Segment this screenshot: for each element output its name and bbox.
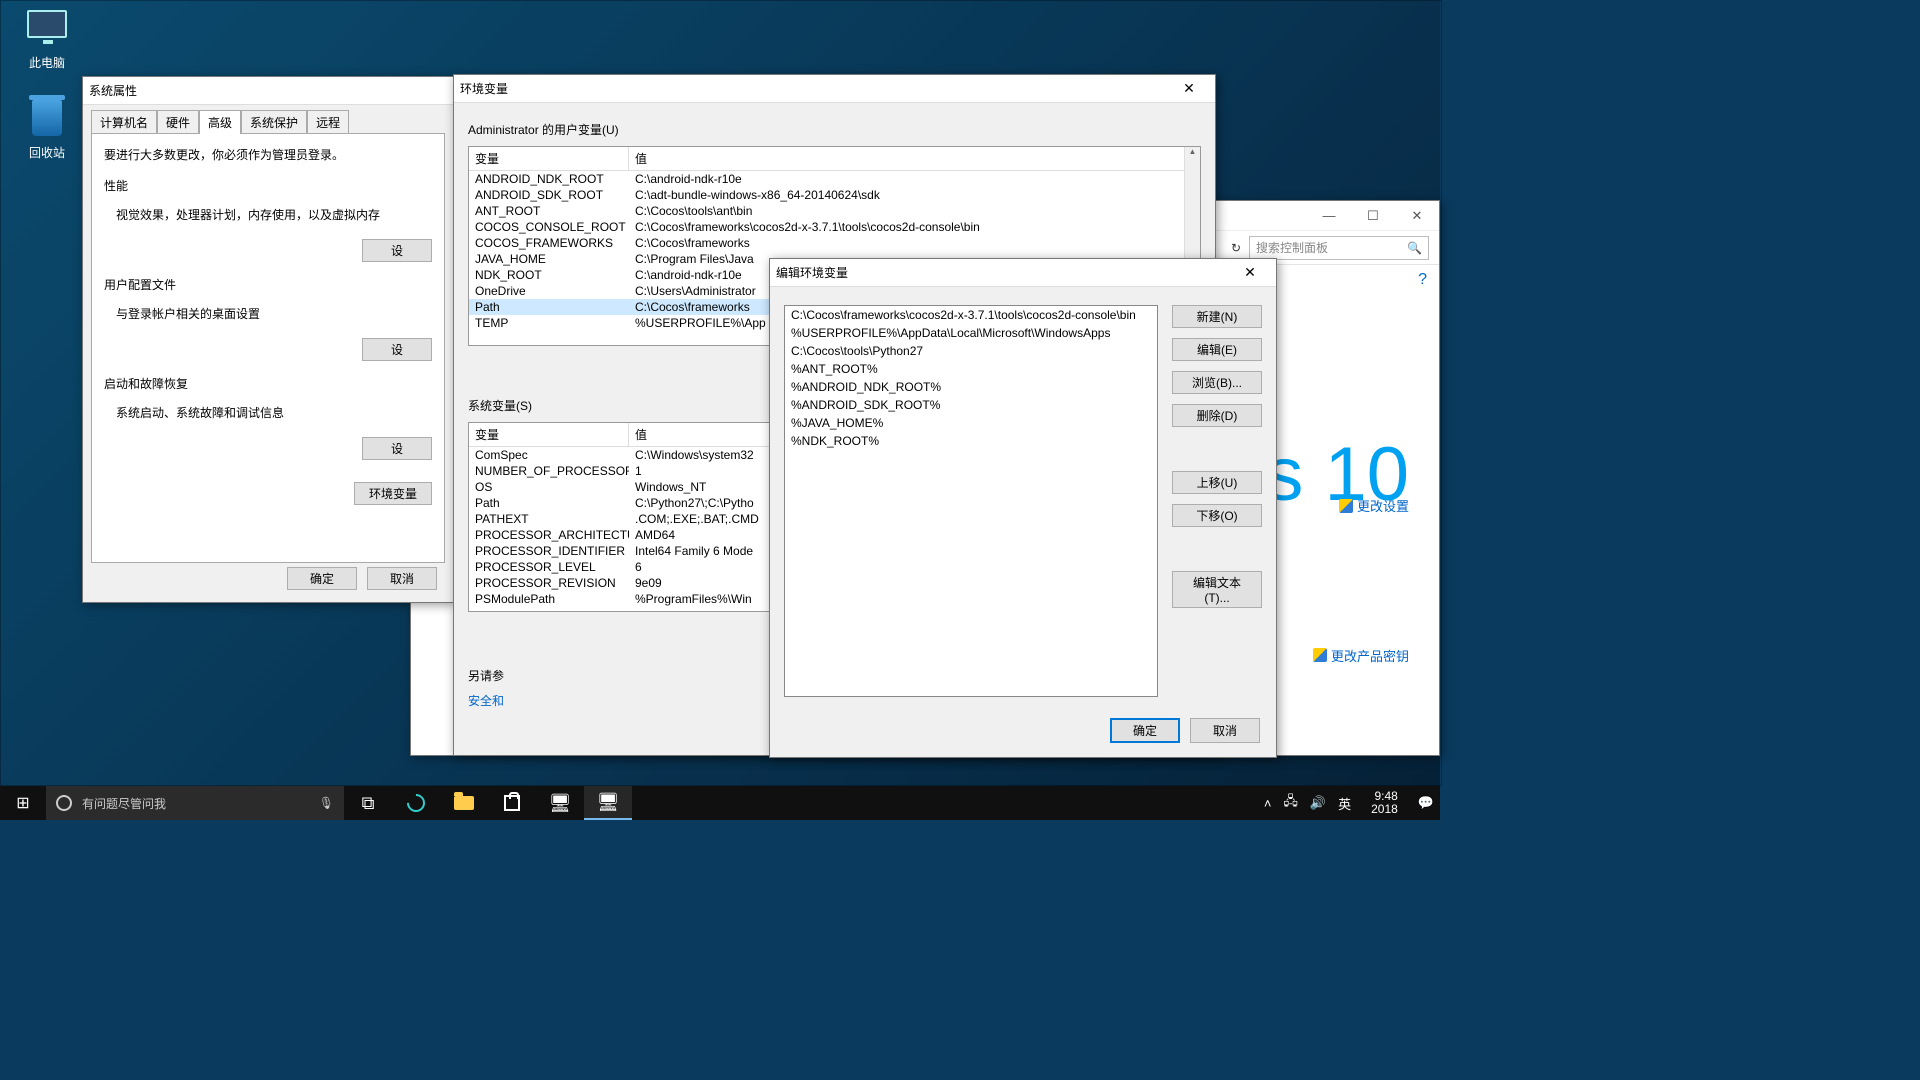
section-performance: 性能 — [104, 177, 432, 194]
list-item[interactable]: %JAVA_HOME% — [785, 414, 1157, 432]
edit-button[interactable]: 编辑(E) — [1172, 338, 1262, 361]
startup-desc: 系统启动、系统故障和调试信息 — [104, 396, 432, 429]
minimize-button[interactable]: — — [1307, 208, 1351, 223]
move-down-button[interactable]: 下移(O) — [1172, 504, 1262, 527]
close-button[interactable]: ✕ — [1395, 208, 1439, 224]
edit-env-var-window[interactable]: 编辑环境变量 ✕ C:\Cocos\frameworks\cocos2d-x-3… — [769, 258, 1277, 758]
taskbar: ⊞ 有问题尽管问我 🎙 ⧉ 🖥 🖥 ˄ 🖧 🔊 英 9:48 2018 💬 — [0, 786, 1440, 820]
window-title: 系统属性 — [89, 82, 447, 99]
link-security[interactable]: 安全和 — [468, 692, 504, 709]
col-variable[interactable]: 变量 — [469, 423, 629, 446]
mic-icon[interactable]: 🎙 — [319, 796, 334, 810]
task-view-icon[interactable]: ⧉ — [344, 786, 392, 820]
file-explorer-icon[interactable] — [440, 786, 488, 820]
tray-volume-icon[interactable]: 🔊 — [1310, 795, 1326, 811]
search-placeholder: 搜索控制面板 — [1256, 239, 1328, 256]
tab-hardware[interactable]: 硬件 — [157, 110, 199, 134]
start-button[interactable]: ⊞ — [0, 786, 46, 820]
search-placeholder: 有问题尽管问我 — [82, 795, 166, 812]
tray-ime-indicator[interactable]: 英 — [1338, 794, 1351, 813]
startup-settings-button[interactable]: 设 — [362, 437, 432, 460]
tab-remote[interactable]: 远程 — [307, 110, 349, 134]
action-center-icon[interactable]: 💬 — [1418, 795, 1434, 811]
tab-system-protection[interactable]: 系统保护 — [241, 110, 307, 134]
taskbar-app-2[interactable]: 🖥 — [584, 786, 632, 820]
window-title: 环境变量 — [460, 80, 1169, 97]
col-value[interactable]: 值 — [629, 147, 1200, 170]
control-panel-search[interactable]: 搜索控制面板 🔍 — [1249, 236, 1429, 260]
col-variable[interactable]: 变量 — [469, 147, 629, 170]
profiles-desc: 与登录帐户相关的桌面设置 — [104, 297, 432, 330]
help-icon[interactable]: ? — [1418, 271, 1427, 289]
table-row[interactable]: ANDROID_SDK_ROOTC:\adt-bundle-windows-x8… — [469, 187, 1200, 203]
shield-icon — [1313, 648, 1327, 662]
system-properties-window[interactable]: 系统属性 计算机名 硬件 高级 系统保护 远程 要进行大多数更改，你必须作为管理… — [82, 76, 454, 603]
list-item[interactable]: C:\Cocos\frameworks\cocos2d-x-3.7.1\tool… — [785, 306, 1157, 324]
close-icon[interactable]: ✕ — [1230, 264, 1270, 281]
tab-computer-name[interactable]: 计算机名 — [91, 110, 157, 134]
search-icon: 🔍 — [1407, 241, 1422, 255]
delete-button[interactable]: 删除(D) — [1172, 404, 1262, 427]
perf-desc: 视觉效果，处理器计划，内存使用，以及虚拟内存 — [104, 198, 432, 231]
tray-clock[interactable]: 9:48 2018 — [1363, 790, 1406, 816]
list-item[interactable]: %ANDROID_NDK_ROOT% — [785, 378, 1157, 396]
clock-date: 2018 — [1371, 803, 1398, 816]
table-row[interactable]: COCOS_CONSOLE_ROOTC:\Cocos\frameworks\co… — [469, 219, 1200, 235]
maximize-button[interactable]: ☐ — [1351, 208, 1395, 224]
monitor-icon — [27, 10, 67, 38]
list-item[interactable]: %ANT_ROOT% — [785, 360, 1157, 378]
perf-settings-button[interactable]: 设 — [362, 239, 432, 262]
cancel-button[interactable]: 取消 — [367, 567, 437, 590]
browse-button[interactable]: 浏览(B)... — [1172, 371, 1262, 394]
sysprops-tabs: 计算机名 硬件 高级 系统保护 远程 — [91, 109, 445, 133]
cortana-icon — [56, 795, 72, 811]
close-icon[interactable]: ✕ — [1169, 80, 1209, 97]
desktop-icon-recycle-bin[interactable]: 回收站 — [10, 100, 84, 161]
table-row[interactable]: ANT_ROOTC:\Cocos\tools\ant\bin — [469, 203, 1200, 219]
recycle-bin-icon — [32, 100, 62, 136]
ok-button[interactable]: 确定 — [1110, 718, 1180, 743]
user-vars-label: Administrator 的用户变量(U) — [468, 121, 1201, 138]
edit-text-button[interactable]: 编辑文本(T)... — [1172, 571, 1262, 608]
tray-network-icon[interactable]: 🖧 — [1283, 792, 1298, 814]
tab-advanced[interactable]: 高级 — [199, 110, 241, 134]
table-row[interactable]: ANDROID_NDK_ROOTC:\android-ndk-r10e — [469, 171, 1200, 187]
refresh-icon[interactable]: ↻ — [1231, 241, 1241, 255]
shield-icon — [1339, 499, 1353, 513]
link-change-settings[interactable]: 更改设置 — [1339, 496, 1409, 515]
section-profiles: 用户配置文件 — [104, 276, 432, 293]
new-button[interactable]: 新建(N) — [1172, 305, 1262, 328]
table-row[interactable]: COCOS_FRAMEWORKSC:\Cocos\frameworks — [469, 235, 1200, 251]
cortana-search[interactable]: 有问题尽管问我 🎙 — [46, 786, 344, 820]
label: 回收站 — [10, 144, 84, 161]
section-startup: 启动和故障恢复 — [104, 375, 432, 392]
cancel-button[interactable]: 取消 — [1190, 718, 1260, 743]
see-also-label: 另请参 — [468, 667, 504, 684]
profiles-settings-button[interactable]: 设 — [362, 338, 432, 361]
tray-chevron-icon[interactable]: ˄ — [1264, 796, 1272, 811]
list-item[interactable]: %USERPROFILE%\AppData\Local\Microsoft\Wi… — [785, 324, 1157, 342]
desktop-icon-this-pc[interactable]: 此电脑 — [10, 10, 84, 71]
ok-button[interactable]: 确定 — [287, 567, 357, 590]
label: 此电脑 — [10, 54, 84, 71]
env-vars-button[interactable]: 环境变量 — [354, 482, 432, 505]
move-up-button[interactable]: 上移(U) — [1172, 471, 1262, 494]
window-title: 编辑环境变量 — [776, 264, 1230, 281]
notice: 要进行大多数更改，你必须作为管理员登录。 — [104, 146, 432, 163]
path-entries-list[interactable]: C:\Cocos\frameworks\cocos2d-x-3.7.1\tool… — [784, 305, 1158, 697]
list-item[interactable]: C:\Cocos\tools\Python27 — [785, 342, 1157, 360]
list-item[interactable]: %NDK_ROOT% — [785, 432, 1157, 450]
store-icon[interactable] — [488, 786, 536, 820]
link-change-product-key[interactable]: 更改产品密钥 — [1313, 646, 1409, 665]
taskbar-app-1[interactable]: 🖥 — [536, 786, 584, 820]
edge-icon[interactable] — [392, 786, 440, 820]
list-item[interactable]: %ANDROID_SDK_ROOT% — [785, 396, 1157, 414]
